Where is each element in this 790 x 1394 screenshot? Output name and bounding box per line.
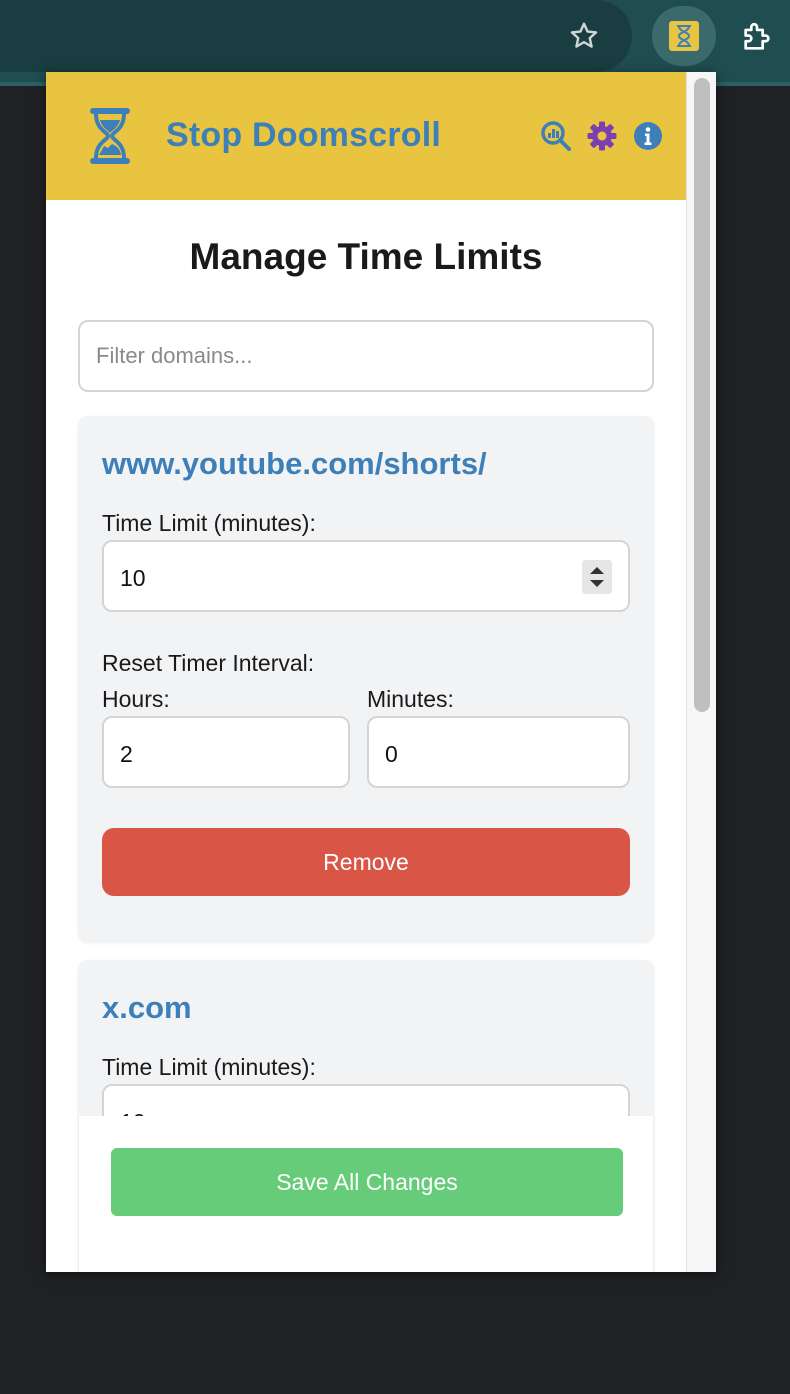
hours-input[interactable]: 2 [102,716,350,788]
page-title: Manage Time Limits [189,236,543,277]
stats-search-icon[interactable] [540,120,572,152]
save-all-changes-button[interactable]: Save All Changes [111,1148,623,1216]
minutes-label: Minutes: [367,686,454,712]
hours-value: 2 [120,741,133,767]
gear-icon[interactable] [586,120,618,152]
minutes-value: 0 [385,741,398,767]
site-card: www.youtube.com/shorts/ Time Limit (minu… [78,416,654,942]
address-bar[interactable] [0,0,632,72]
time-limit-label: Time Limit (minutes): [102,1054,316,1080]
extensions-puzzle-icon[interactable] [730,10,784,64]
stop-doomscroll-extension-button[interactable] [652,6,716,66]
remove-button[interactable]: Remove [102,828,630,896]
number-spinner[interactable] [582,560,612,594]
scrollbar-thumb[interactable] [694,78,710,712]
reset-interval-label: Reset Timer Interval: [102,650,315,676]
hourglass-icon [669,21,699,51]
minutes-input[interactable]: 0 [367,716,630,788]
time-limit-label: Time Limit (minutes): [102,510,316,536]
app-title: Stop Doomscroll [166,116,442,154]
filter-domains-input[interactable] [78,320,654,392]
bookmark-star-icon[interactable] [562,14,606,58]
time-limit-input[interactable]: 10 [102,540,630,612]
extension-popup: Stop Doomscroll Manage Time Limits www.y… [46,72,716,1272]
popup-content: Stop Doomscroll Manage Time Limits www.y… [46,72,686,1272]
scrollbar[interactable] [686,72,716,1272]
popup-footer: Save All Changes [78,1116,654,1272]
domain-name: x.com [102,990,192,1025]
domain-name: www.youtube.com/shorts/ [102,446,487,481]
time-limit-value: 10 [120,565,146,591]
hours-label: Hours: [102,686,170,712]
info-icon[interactable] [632,120,664,152]
browser-toolbar [0,0,790,82]
popup-header: Stop Doomscroll [46,72,686,200]
hourglass-logo-icon [86,106,134,166]
